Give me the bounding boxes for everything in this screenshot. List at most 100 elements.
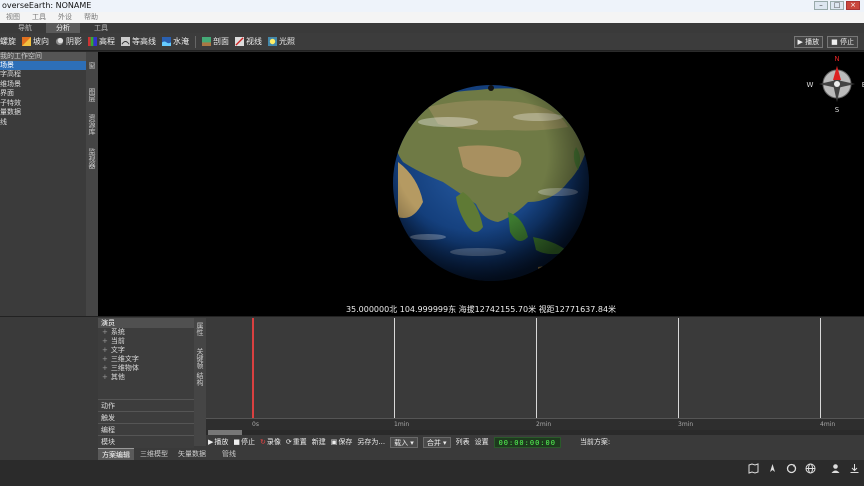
vtab-layers[interactable]: 图层 <box>87 88 97 102</box>
tab-vector-data[interactable]: 矢量数据 <box>174 448 210 460</box>
section-trigger[interactable]: 触发 <box>98 411 194 423</box>
workspace-item[interactable]: 子特效 <box>0 99 86 109</box>
save-icon: ▣ <box>330 438 338 446</box>
tree-item[interactable]: + 三维物体 <box>102 364 194 373</box>
timeline-track[interactable] <box>206 318 864 420</box>
contour-tool-label: 等高线 <box>132 37 156 46</box>
save-button[interactable]: ▣ 保存 <box>331 437 353 447</box>
earth-globe[interactable] <box>98 52 864 304</box>
line-of-sight-tool-button[interactable]: 视线 <box>235 36 262 47</box>
scrollbar-thumb[interactable] <box>208 430 242 435</box>
tree-item-label: 三维文字 <box>110 355 139 363</box>
reset-button[interactable]: ⟳ 重置 <box>286 437 307 447</box>
record-button[interactable]: ↻ 录像 <box>260 437 281 447</box>
profile-tool-button[interactable]: 剖面 <box>202 36 229 47</box>
tree-item-label: 其他 <box>110 373 125 381</box>
compass-icon[interactable]: N S W E <box>806 53 864 113</box>
workspace-item-scene[interactable]: 场景 <box>0 61 86 70</box>
save-as-button[interactable]: 另存为... <box>357 437 385 447</box>
timeline-play-button[interactable]: ▶ 播放 <box>208 437 228 447</box>
stop-button-label: 停止 <box>840 38 854 46</box>
bottom-tabs: 方案编辑 三维模型 矢量数据 管线 <box>98 448 864 460</box>
ruler-tick: 3min <box>678 421 694 428</box>
load-dropdown[interactable]: 载入 ▾ <box>390 436 418 448</box>
maximize-button[interactable]: □ <box>830 1 844 10</box>
close-button[interactable]: × <box>846 1 860 10</box>
title-bar: overseEarth: NONAME – □ × <box>0 0 864 12</box>
tab-pipeline[interactable]: 管线 <box>218 448 240 460</box>
new-button[interactable]: 新建 <box>312 437 326 447</box>
refresh-icon[interactable] <box>786 463 797 474</box>
section-module[interactable]: 模块 <box>98 435 194 447</box>
workspace-item[interactable]: 字高程 <box>0 70 86 80</box>
coordinate-status: 35.000000北 104.999999东 海拔12742155.70米 视距… <box>345 305 617 314</box>
illumination-tool-label: 光照 <box>279 37 295 46</box>
contour-icon <box>121 37 130 46</box>
tree-item[interactable]: + 当前 <box>102 337 194 346</box>
tab-tools[interactable]: 工具 <box>84 23 118 33</box>
vtab-monitor[interactable]: 监视器 <box>87 148 97 169</box>
compass-north-label: N <box>834 55 839 63</box>
timeline-playhead[interactable] <box>252 318 254 420</box>
section-action[interactable]: 动作 <box>98 399 194 411</box>
tree-item[interactable]: + 文字 <box>102 346 194 355</box>
tab-3d-model[interactable]: 三维模型 <box>136 448 172 460</box>
vtab-keyframes[interactable]: 关键帧 <box>195 348 205 369</box>
user-icon[interactable] <box>830 463 841 474</box>
tab-navigation[interactable]: 导航 <box>8 23 42 33</box>
shadow-tool-button[interactable]: 阴影 <box>55 36 82 47</box>
merge-dropdown[interactable]: 合并 ▾ <box>422 436 451 448</box>
tree-item-label: 当前 <box>110 337 125 345</box>
menu-item-view[interactable]: 视图 <box>6 12 20 23</box>
minimize-button[interactable]: – <box>814 1 828 10</box>
timeline-stop-button[interactable]: ■ 停止 <box>233 437 255 447</box>
menu-item-peripherals[interactable]: 外设 <box>58 12 72 23</box>
tab-analysis[interactable]: 分析 <box>46 23 80 33</box>
illumination-icon <box>268 37 277 46</box>
list-button[interactable]: 列表 <box>456 437 470 447</box>
globe-icon[interactable] <box>805 463 816 474</box>
illumination-tool-button[interactable]: 光照 <box>268 36 295 47</box>
north-arrow-icon[interactable] <box>767 463 778 474</box>
settings-button[interactable]: 设置 <box>475 437 489 447</box>
tab-scheme-edit[interactable]: 方案编辑 <box>98 448 134 460</box>
side-vertical-tabs: 窗 图层 资源库 监视器 <box>86 52 98 316</box>
tree-item[interactable]: + 三维文字 <box>102 355 194 364</box>
taskbar <box>0 460 864 486</box>
download-icon[interactable] <box>849 463 860 474</box>
slope-tool-button[interactable]: 坡向 <box>22 36 49 47</box>
vtab-window[interactable]: 窗 <box>87 62 97 69</box>
spiral-tool-button[interactable]: 螺旋 <box>0 36 16 47</box>
tree-item[interactable]: + 其他 <box>102 373 194 382</box>
workspace-item[interactable]: 量数据 <box>0 108 86 118</box>
tree-item[interactable]: + 系统 <box>102 328 194 337</box>
play-button[interactable]: ▶ 播放 <box>793 36 824 48</box>
ribbon-tabs: 导航 分析 工具 <box>0 23 864 33</box>
save-as-label: 另存为... <box>357 438 386 446</box>
save-label: 保存 <box>338 438 353 446</box>
workspace-item[interactable]: 维场景 <box>0 80 86 90</box>
stop-button[interactable]: ■ 停止 <box>827 36 858 48</box>
section-programming[interactable]: 编程 <box>98 423 194 435</box>
vtab-structure[interactable]: 结构 <box>195 372 205 386</box>
vtab-resources[interactable]: 资源库 <box>87 114 97 135</box>
flood-icon <box>162 37 171 46</box>
toolbar-separator <box>195 35 196 48</box>
map-icon[interactable] <box>748 462 759 474</box>
globe-viewport[interactable]: 35.000000北 104.999999东 海拔12742155.70米 视距… <box>98 52 864 316</box>
slope-icon <box>22 37 31 46</box>
timeline-scrollbar[interactable] <box>206 430 864 435</box>
playback-bar: ▶ 播放 ■ 停止 ↻ 录像 ⟳ 重置 新建 ▣ 保存 另存为... 载入 ▾ 合并 ▾ … <box>206 436 864 448</box>
flood-tool-button[interactable]: 水淹 <box>162 36 189 47</box>
menu-item-help[interactable]: 帮助 <box>84 12 98 23</box>
elevation-tool-button[interactable]: 高程 <box>88 36 115 47</box>
workspace-item[interactable]: 线 <box>0 118 86 128</box>
profile-tool-label: 剖面 <box>213 37 229 46</box>
timeline-gridline <box>678 318 679 418</box>
shadow-tool-label: 阴影 <box>66 37 82 46</box>
workspace-item[interactable]: 界面 <box>0 89 86 99</box>
contour-tool-button[interactable]: 等高线 <box>121 36 156 47</box>
vtab-properties[interactable]: 属性 <box>195 322 205 336</box>
status-tray <box>748 460 860 476</box>
menu-item-tools[interactable]: 工具 <box>32 12 46 23</box>
